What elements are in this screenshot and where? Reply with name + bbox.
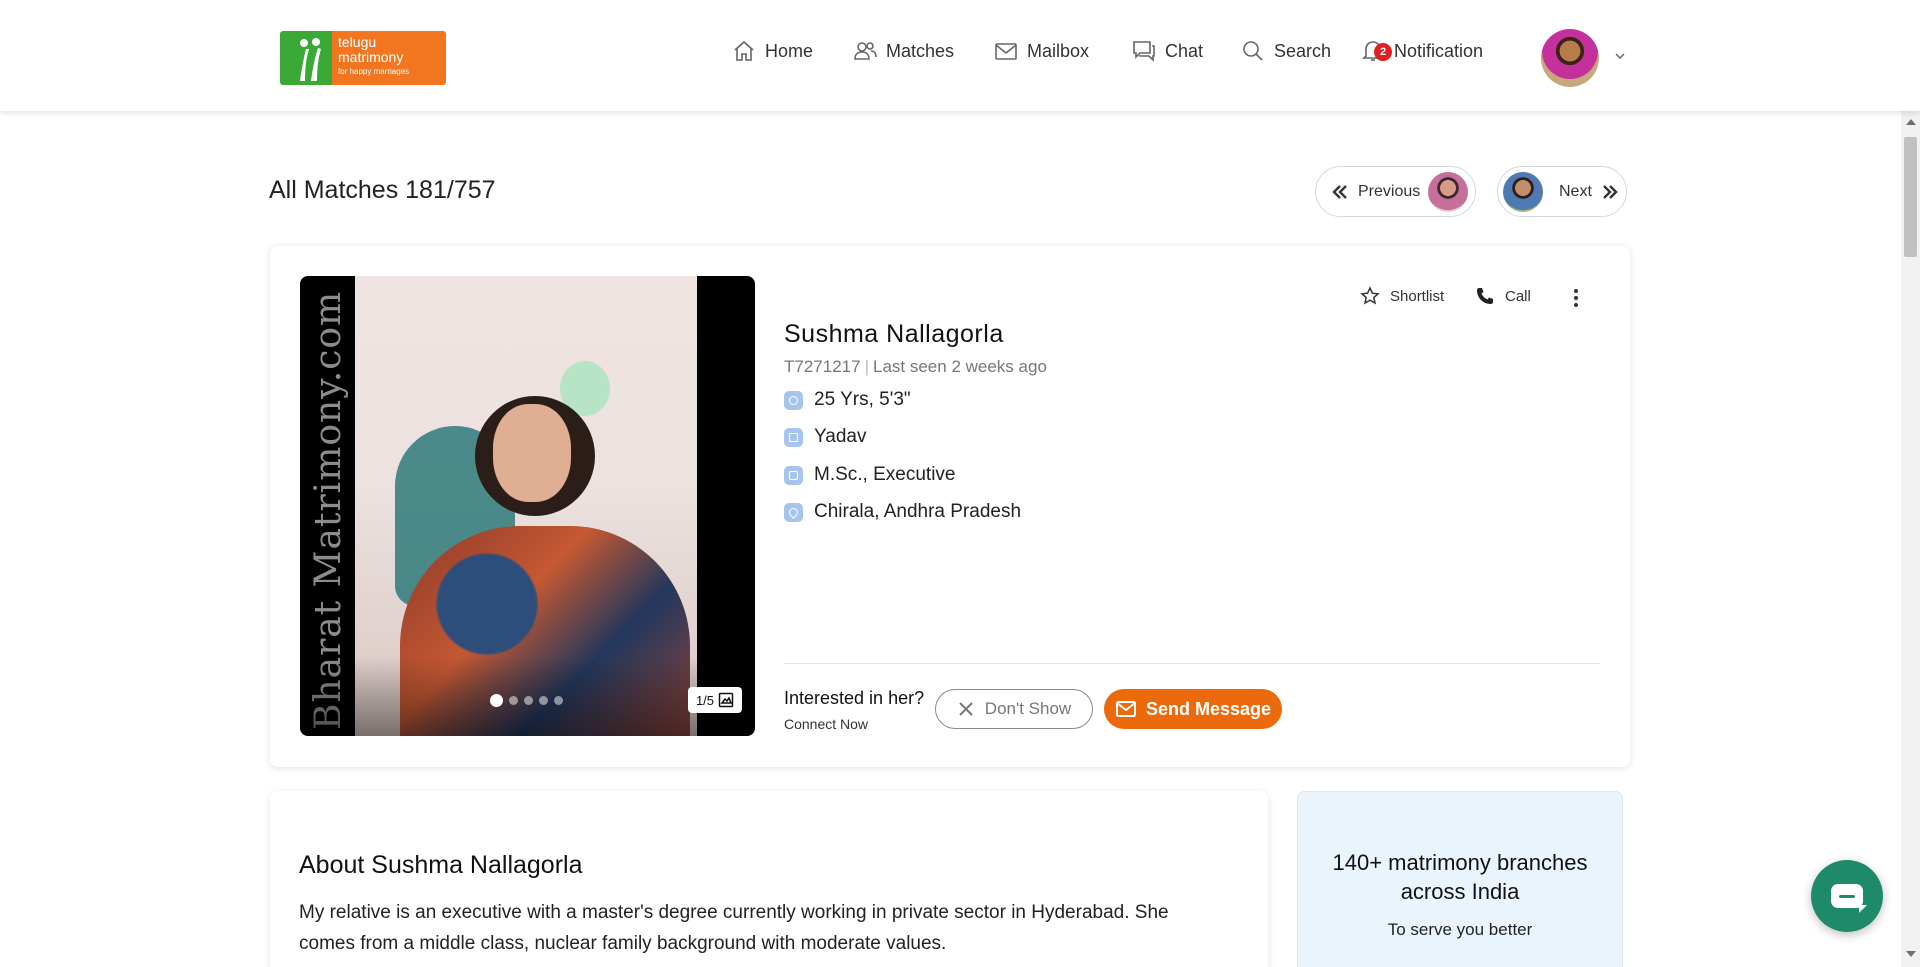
carousel-dot[interactable]: [509, 696, 518, 705]
detail-text: Chirala, Andhra Pradesh: [814, 501, 1022, 522]
phone-icon: [1477, 288, 1493, 304]
photo-carousel-dots[interactable]: [490, 694, 563, 707]
search-icon: [1243, 41, 1263, 61]
logo-text: telugu matrimony for happy marriages: [332, 31, 446, 85]
logo-tagline: for happy marriages: [338, 67, 410, 76]
user-avatar[interactable]: [1541, 29, 1599, 87]
star-icon: [1360, 286, 1380, 305]
more-options-icon[interactable]: [1566, 286, 1586, 312]
scrollbar-thumb[interactable]: [1904, 137, 1917, 257]
scroll-down-arrow-icon[interactable]: [1906, 951, 1916, 957]
profile-id: T7271217: [784, 357, 861, 376]
profile-meta: T7271217 | Last seen 2 weeks ago: [784, 357, 1047, 376]
branches-title: 140+ matrimony branches across India: [1332, 850, 1588, 904]
profile-card: Bharat Matrimony.com 1/5 Sushma Nallagor…: [270, 246, 1630, 767]
card-divider: [784, 663, 1600, 664]
photo-subject-face: [493, 404, 571, 502]
page-title: All Matches 181/757: [269, 176, 496, 204]
brand-logo[interactable]: telugu matrimony for happy marriages: [280, 31, 446, 85]
about-text: My relative is an executive with a maste…: [299, 902, 1169, 954]
chevron-down-icon[interactable]: [1614, 50, 1626, 62]
next-profile-button[interactable]: Next: [1497, 166, 1627, 217]
dont-show-button[interactable]: Don't Show: [935, 689, 1093, 729]
branches-subtitle: To serve you better: [1387, 920, 1533, 939]
next-label: Next: [1559, 182, 1592, 200]
photo-counter[interactable]: 1/5: [688, 687, 742, 713]
notification-badge: 2: [1374, 43, 1392, 61]
nav-matches-label: Matches: [886, 40, 955, 61]
shortlist-button[interactable]: Shortlist: [1360, 286, 1444, 306]
logo-mark: [280, 31, 332, 85]
carousel-dot[interactable]: [490, 694, 503, 707]
call-label: Call: [1505, 287, 1531, 305]
carousel-dot[interactable]: [539, 696, 548, 705]
page-scrollbar[interactable]: [1901, 111, 1920, 967]
detail-text: 25 Yrs, 5'3": [814, 389, 911, 410]
nav-search[interactable]: Search: [1240, 38, 1331, 64]
logo-line2: matrimony: [338, 49, 404, 65]
users-icon: [854, 42, 877, 60]
logo-couple-icon: [300, 38, 321, 81]
profile-detail-caste: Yadav: [784, 426, 866, 448]
interest-subtext: Connect Now: [784, 716, 869, 732]
education-icon: [784, 465, 803, 485]
gallery-icon: [718, 692, 734, 708]
logo-line1: telugu: [338, 34, 377, 50]
previous-profile-thumbnail: [1428, 171, 1469, 212]
home-icon: [734, 40, 754, 61]
carousel-dot[interactable]: [524, 696, 533, 705]
shortlist-label: Shortlist: [1390, 287, 1445, 305]
nav-home[interactable]: Home: [731, 38, 813, 64]
profile-detail-age-height: 25 Yrs, 5'3": [784, 389, 911, 411]
chat-bubble-icon: [1831, 884, 1867, 913]
nav-mailbox[interactable]: Mailbox: [993, 38, 1089, 64]
age-height-icon: [784, 390, 803, 410]
next-profile-thumbnail: [1503, 171, 1543, 212]
branches-promo[interactable]: 140+ matrimony branches across India To …: [1297, 791, 1623, 967]
profile-detail-location: Chirala, Andhra Pradesh: [784, 501, 1021, 523]
call-button[interactable]: Call: [1475, 286, 1531, 306]
double-chevron-left-icon: [1332, 184, 1347, 199]
nav-notification-label: Notification: [1394, 40, 1484, 61]
nav-notification[interactable]: 2 Notification: [1360, 38, 1483, 64]
nav-chat[interactable]: Chat: [1131, 38, 1203, 64]
nav-mailbox-label: Mailbox: [1027, 40, 1090, 61]
scroll-up-arrow-icon[interactable]: [1906, 119, 1916, 125]
about-title: About Sushma Nallagorla: [299, 851, 583, 879]
notification-bell: 2: [1360, 38, 1392, 64]
close-icon: [959, 702, 973, 716]
double-chevron-right-icon: [1603, 184, 1618, 199]
carousel-dot[interactable]: [554, 696, 563, 705]
dont-show-label: Don't Show: [984, 699, 1072, 718]
profile-detail-education: M.Sc., Executive: [784, 464, 956, 486]
nav-chat-label: Chat: [1165, 40, 1204, 61]
photo-counter-text: 1/5: [695, 692, 715, 708]
top-header: telugu matrimony for happy marriages Hom…: [0, 0, 1920, 111]
send-message-button[interactable]: Send Message: [1104, 689, 1282, 729]
about-section: About Sushma Nallagorla My relative is a…: [270, 791, 1268, 967]
nav-matches[interactable]: Matches: [852, 38, 954, 64]
detail-text: M.Sc., Executive: [814, 464, 956, 485]
previous-label: Previous: [1358, 182, 1421, 200]
nav-search-label: Search: [1274, 40, 1332, 61]
previous-profile-button[interactable]: Previous: [1315, 166, 1476, 217]
profile-name: Sushma Nallagorla: [784, 320, 1004, 348]
location-icon: [784, 502, 803, 522]
chat-icon: [1133, 41, 1155, 62]
interest-question: Interested in her?: [784, 688, 925, 708]
chat-support-button[interactable]: [1811, 860, 1883, 932]
detail-text: Yadav: [814, 426, 867, 447]
nav-home-label: Home: [765, 40, 814, 61]
mail-icon: [1115, 701, 1136, 717]
caste-icon: [784, 427, 803, 447]
mail-icon: [995, 43, 1017, 60]
profile-last-seen: Last seen 2 weeks ago: [873, 357, 1047, 376]
profile-photo[interactable]: Bharat Matrimony.com 1/5: [300, 276, 755, 736]
send-message-label: Send Message: [1145, 698, 1272, 719]
